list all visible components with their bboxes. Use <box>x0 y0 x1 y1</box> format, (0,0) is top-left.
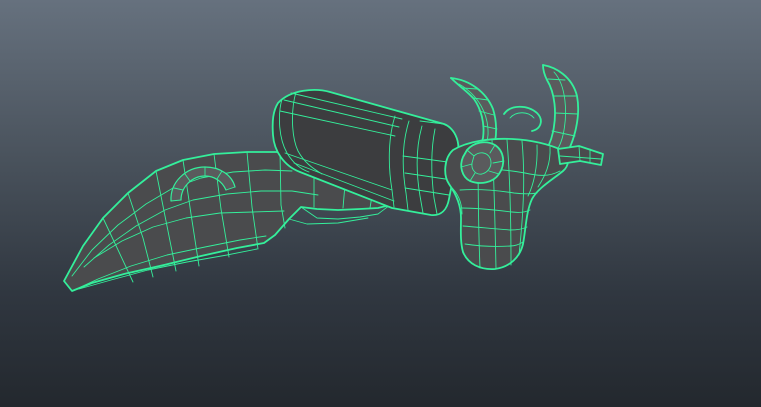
wireframe-model[interactable] <box>0 0 761 407</box>
maya-3d-viewport[interactable] <box>0 0 761 407</box>
crossguard-tip[interactable] <box>557 145 604 166</box>
top-ring[interactable] <box>503 105 542 132</box>
nose-ring[interactable] <box>460 141 505 184</box>
